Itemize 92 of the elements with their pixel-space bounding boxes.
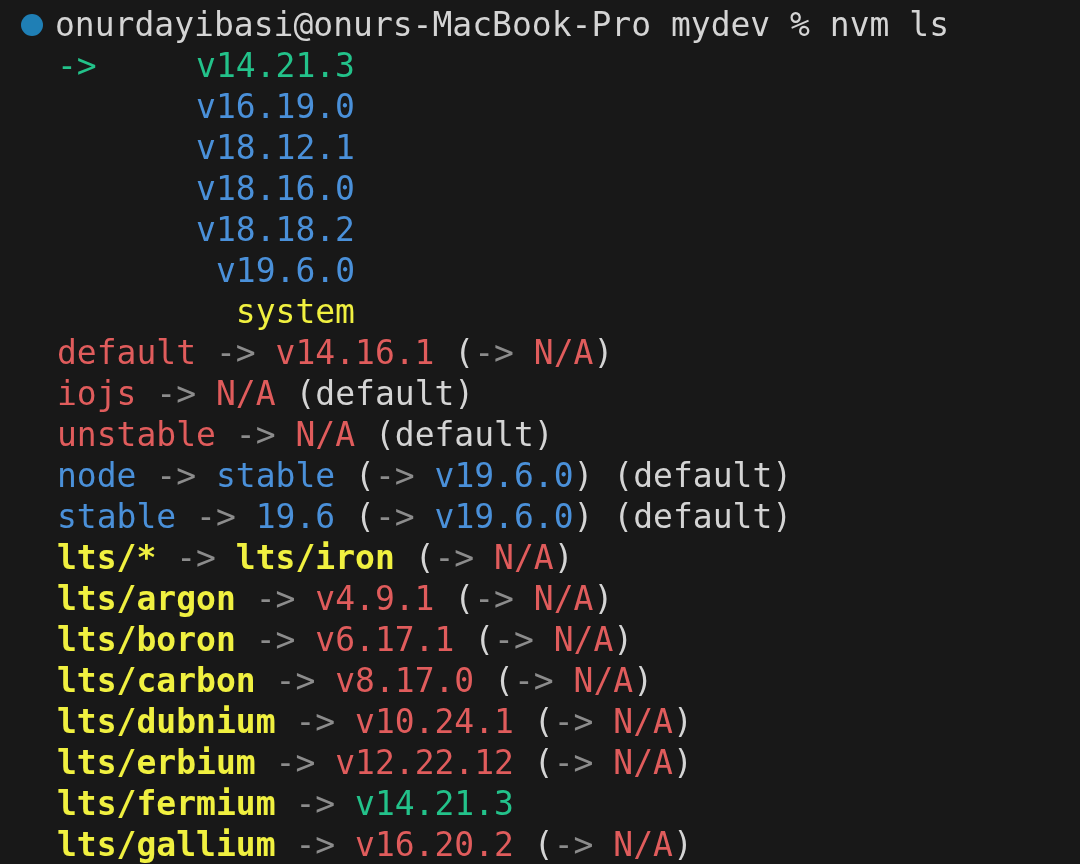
- output-text: lts/*: [57, 537, 157, 578]
- output-text: lts/boron: [57, 619, 236, 660]
- output-text: ->: [374, 455, 415, 496]
- output-text: node: [57, 455, 137, 496]
- output-text: ): [573, 496, 594, 537]
- output-text: ->: [295, 701, 336, 742]
- output-text: N/A: [215, 373, 276, 414]
- output-text: ): [672, 824, 693, 864]
- output-text: ->: [374, 496, 415, 537]
- output-text: ): [633, 660, 654, 701]
- output-text: iojs: [57, 373, 137, 414]
- output-text: lts/argon: [57, 578, 236, 619]
- output-text: ->: [513, 660, 554, 701]
- output-text: (default): [613, 496, 793, 537]
- output-text: ->: [255, 578, 296, 619]
- output-text: (: [474, 619, 495, 660]
- output-text: lts/carbon: [57, 660, 256, 701]
- output-text: ->: [156, 455, 197, 496]
- output-text: N/A: [613, 701, 673, 742]
- output-text: stable: [57, 496, 177, 537]
- output-text: (default): [374, 414, 554, 455]
- output-text: ): [613, 619, 634, 660]
- output-text: ->: [295, 824, 336, 864]
- output-text: v6.17.1: [315, 619, 455, 660]
- output-text: (default): [613, 455, 793, 496]
- output-text: (: [533, 824, 554, 864]
- output-text: v14.16.1: [275, 332, 435, 373]
- output-text: ->: [275, 660, 316, 701]
- output-text: N/A: [553, 619, 614, 660]
- version-text: v18.12.1: [196, 127, 355, 168]
- output-text: N/A: [533, 578, 594, 619]
- output-text: ): [593, 578, 614, 619]
- output-text: ->: [255, 619, 296, 660]
- output-text: (: [414, 537, 435, 578]
- version-text: v18.18.2: [196, 209, 355, 250]
- output-text: (: [355, 496, 375, 537]
- output-text: N/A: [573, 660, 634, 701]
- output-text: v10.24.1: [355, 701, 514, 742]
- output-text: ->: [235, 414, 276, 455]
- output-text: (: [454, 578, 475, 619]
- output-text: 19.6: [255, 496, 336, 537]
- output-text: lts/erbium: [57, 742, 256, 783]
- output-text: (default): [295, 373, 475, 414]
- output-text: (: [533, 701, 554, 742]
- output-text: ->: [196, 496, 236, 537]
- output-text: (: [494, 660, 514, 701]
- output-text: N/A: [295, 414, 356, 455]
- output-text: v8.17.0: [335, 660, 475, 701]
- output-text: ->: [553, 701, 594, 742]
- output-text: ->: [553, 824, 594, 864]
- output-text: v16.20.2: [355, 824, 514, 864]
- output-text: lts/dubnium: [57, 701, 276, 742]
- output-text: v12.22.12: [335, 742, 514, 783]
- version-text: v19.6.0: [215, 250, 355, 291]
- output-text: default: [57, 332, 197, 373]
- output-text: lts/iron: [235, 537, 395, 578]
- output-text: N/A: [533, 332, 594, 373]
- output-text: ): [593, 332, 614, 373]
- output-text: ->: [474, 332, 514, 373]
- output-text: lts/gallium: [57, 824, 276, 864]
- output-text: (: [355, 455, 375, 496]
- version-text: v18.16.0: [196, 168, 355, 209]
- output-text: v14.21.3: [355, 783, 514, 824]
- output-text: N/A: [613, 742, 673, 783]
- output-text: ): [573, 455, 594, 496]
- output-text: ): [672, 701, 693, 742]
- output-text: (: [454, 332, 475, 373]
- output-text: ->: [156, 373, 197, 414]
- output-text: ->: [275, 742, 316, 783]
- output-text: ->: [434, 537, 475, 578]
- version-text: v14.21.3: [196, 45, 355, 86]
- output-text: ->: [553, 742, 594, 783]
- output-text: N/A: [613, 824, 673, 864]
- output-text: unstable: [57, 414, 216, 455]
- output-text: (: [533, 742, 554, 783]
- output-text: v4.9.1: [315, 578, 435, 619]
- output-text: ->: [295, 783, 336, 824]
- output-text: N/A: [494, 537, 554, 578]
- output-text: v19.6.0: [434, 496, 574, 537]
- output-text: stable: [215, 455, 336, 496]
- output-text: ): [672, 742, 693, 783]
- version-text: v16.19.0: [196, 86, 355, 127]
- output-text: v19.6.0: [434, 455, 574, 496]
- output-text: ->: [176, 537, 216, 578]
- version-text: system: [235, 291, 355, 332]
- output-text: ): [553, 537, 574, 578]
- current-marker: ->: [57, 45, 97, 86]
- output-text: ->: [474, 578, 514, 619]
- output-text: ->: [215, 332, 256, 373]
- command-prompt: onurdayibasi@onurs-MacBook-Pro mydev % nvm ls: [55, 4, 950, 45]
- output-text: ->: [494, 619, 534, 660]
- output-text: lts/fermium: [57, 783, 276, 824]
